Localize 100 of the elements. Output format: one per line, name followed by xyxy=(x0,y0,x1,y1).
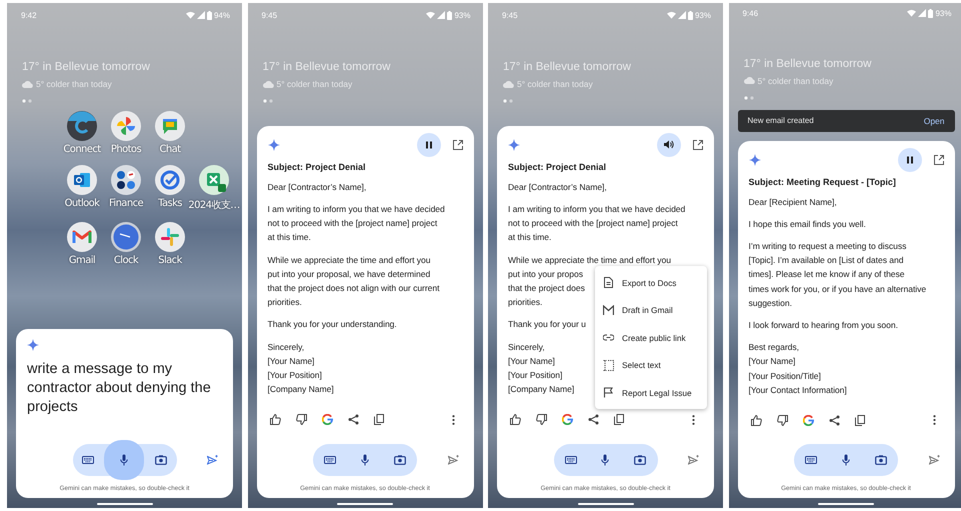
open-external-icon[interactable] xyxy=(934,154,944,165)
email-text-line: times]. Please let me know if any of these xyxy=(748,268,905,282)
copy-icon[interactable] xyxy=(374,414,384,425)
app-launcher[interactable]: Clock xyxy=(104,222,148,266)
email-text-line: that the project does xyxy=(508,282,585,296)
copy-icon[interactable] xyxy=(614,414,624,425)
flag-icon xyxy=(603,387,614,398)
status-time: 9:45 xyxy=(262,10,278,20)
email-text-line: I look forward to hearing from you soon. xyxy=(748,318,898,332)
email-text-line: not to proceed with the [project name] project xyxy=(268,217,438,230)
email-text-line: Thank you for your understanding. xyxy=(268,318,397,332)
email-text-line: at this time. xyxy=(268,231,311,244)
email-text-line: at this time. xyxy=(508,231,552,244)
thumbs-up-icon[interactable] xyxy=(270,414,280,425)
share-icon[interactable] xyxy=(588,414,599,425)
status-time: 9:46 xyxy=(742,8,758,18)
email-text-line: [Your Position] xyxy=(268,369,322,382)
google-icon[interactable] xyxy=(562,414,573,425)
speaker-button[interactable] xyxy=(657,132,681,157)
menu-item[interactable]: Export to Docs xyxy=(595,268,707,296)
link-icon xyxy=(603,332,614,344)
send-icon[interactable] xyxy=(448,454,458,464)
menu-item[interactable]: Select text xyxy=(595,351,707,379)
battery-percent: 93% xyxy=(935,8,952,18)
send-icon[interactable] xyxy=(688,454,699,464)
open-external-icon[interactable] xyxy=(693,140,703,150)
pinwheel-icon xyxy=(111,111,141,141)
wifi-icon xyxy=(666,11,676,19)
email-text-line: [Your Position] xyxy=(508,369,562,382)
app-launcher[interactable]: Gmail xyxy=(60,222,104,266)
document-icon xyxy=(603,277,614,288)
email-text-line: suggestion. xyxy=(748,296,792,310)
email-text-line: I hope this email finds you well. xyxy=(748,218,866,231)
thumbs-up-icon[interactable] xyxy=(750,414,762,426)
email-text-line: put into your proposal, we have determined xyxy=(268,268,430,281)
email-text-line: not to proceed with the [project name] project xyxy=(508,217,678,230)
menu-item[interactable]: Report Legal Issue xyxy=(595,378,707,406)
email-text-line: Sincerely, xyxy=(508,340,545,354)
snackbar-open-button[interactable]: Open xyxy=(922,114,946,128)
email-subject: Subject: Meeting Request - [Topic] xyxy=(748,176,897,187)
snackbar-message: New email created xyxy=(748,116,814,126)
select-text-icon xyxy=(603,360,614,371)
signal-icon xyxy=(437,11,446,19)
envelope-m-icon xyxy=(603,304,614,316)
thumbs-down-icon[interactable] xyxy=(296,414,306,425)
send-icon[interactable] xyxy=(928,455,940,465)
app-launcher[interactable]: Finance xyxy=(104,165,148,212)
home-indicator xyxy=(818,503,874,506)
battery-icon xyxy=(688,10,693,20)
menu-item[interactable]: Draft in Gmail xyxy=(595,296,707,324)
keyboard-icon xyxy=(82,456,94,464)
pause-button[interactable] xyxy=(898,148,922,172)
email-text-line: Sincerely, xyxy=(268,340,304,354)
battery-icon xyxy=(447,10,452,20)
thumbs-down-icon[interactable] xyxy=(776,414,788,426)
google-icon[interactable] xyxy=(802,414,814,426)
email-text-line: [Your Position/Title] xyxy=(748,370,821,383)
check-circle-icon xyxy=(155,165,185,195)
thumbs-down-icon[interactable] xyxy=(536,414,547,425)
camera-icon xyxy=(874,455,887,465)
pause-button[interactable] xyxy=(416,132,440,157)
microphone-icon xyxy=(601,454,610,466)
google-icon[interactable] xyxy=(322,414,332,425)
app-launcher[interactable]: Outlook xyxy=(60,165,104,212)
share-icon[interactable] xyxy=(828,414,840,426)
email-text-line: While we appreciate the time and effort you xyxy=(508,254,671,267)
weather-headline: 17° in Bellevue tomorrow xyxy=(503,61,631,73)
email-text-line: [Your Name] xyxy=(508,354,555,368)
signal-icon xyxy=(918,9,926,18)
cloud-icon xyxy=(744,77,754,84)
page-dots-icon xyxy=(503,99,514,103)
more-options-icon[interactable] xyxy=(932,415,936,425)
app-launcher[interactable]: Photos xyxy=(104,111,148,155)
page-dots-icon xyxy=(262,99,274,103)
more-options-icon[interactable] xyxy=(692,414,695,424)
home-indicator xyxy=(96,502,152,505)
email-text-line: Dear [Contractor’s Name], xyxy=(508,180,607,194)
speaker-icon xyxy=(664,140,674,150)
c-logo-icon xyxy=(67,111,97,141)
home-indicator xyxy=(578,502,634,505)
envelope-m-icon xyxy=(67,222,97,252)
app-launcher[interactable]: Chat xyxy=(148,111,192,155)
status-time: 9:42 xyxy=(21,10,37,20)
share-icon[interactable] xyxy=(348,414,358,425)
battery-percent: 93% xyxy=(454,10,470,20)
app-launcher[interactable]: Connect xyxy=(60,111,104,155)
cloud-icon xyxy=(262,80,274,88)
page-dots-icon xyxy=(744,96,754,100)
email-text-line: priorities. xyxy=(508,296,542,310)
keyboard-icon xyxy=(564,456,577,464)
wifi-icon xyxy=(426,11,436,19)
thumbs-up-icon[interactable] xyxy=(510,414,521,425)
weather-detail: 5° colder than today xyxy=(36,79,112,89)
app-launcher[interactable]: Slack xyxy=(148,222,192,266)
copy-icon[interactable] xyxy=(854,414,864,426)
open-external-icon[interactable] xyxy=(452,140,462,150)
menu-item[interactable]: Create public link xyxy=(595,324,707,352)
send-icon[interactable] xyxy=(207,454,218,464)
page-dots-icon xyxy=(22,99,33,103)
more-options-icon[interactable] xyxy=(452,414,454,424)
